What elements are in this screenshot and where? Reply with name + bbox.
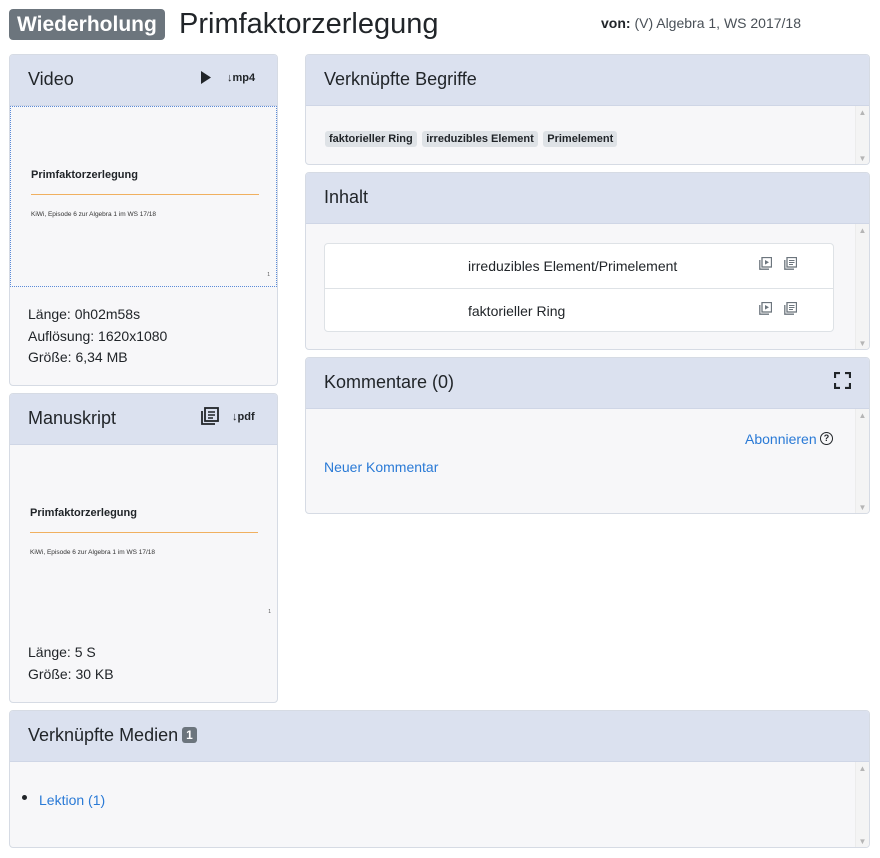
- kommentare-scrollbar[interactable]: ▲ ▼: [855, 409, 869, 513]
- page-title: Primfaktorzerlegung: [179, 8, 439, 40]
- list-item-label[interactable]: irreduzibles Element/Primelement: [468, 258, 677, 274]
- scroll-down-icon[interactable]: ▼: [856, 503, 869, 512]
- scroll-down-icon[interactable]: ▼: [856, 339, 869, 348]
- document-icon[interactable]: [784, 301, 798, 315]
- begriffe-card-header: Verknüpfte Begriffe: [306, 55, 869, 106]
- begriffe-scrollbar[interactable]: ▲ ▼: [855, 106, 869, 164]
- video-play-icon[interactable]: [759, 256, 773, 270]
- inhalt-scrollbar[interactable]: ▲ ▼: [855, 224, 869, 349]
- kommentare-card-title: Kommentare (0): [324, 372, 455, 392]
- video-thumb-title: Primfaktorzerlegung: [31, 169, 138, 181]
- video-size: Größe: 6,34 MB: [28, 349, 128, 365]
- medien-card: Verknüpfte Medien 1 Lektion (1) ▲ ▼: [9, 710, 870, 848]
- manuskript-card-title: Manuskript: [28, 408, 117, 428]
- tag-item[interactable]: faktorieller Ring: [325, 131, 417, 147]
- medien-count-badge: 1: [182, 727, 197, 743]
- medien-card-title: Verknüpfte Medien 1: [28, 725, 197, 746]
- list-item[interactable]: faktorieller Ring: [325, 288, 833, 332]
- kommentare-card-header: Kommentare (0): [306, 358, 869, 409]
- document-icon[interactable]: [784, 256, 798, 270]
- inhalt-card-title: Inhalt: [324, 187, 369, 207]
- new-comment-link[interactable]: Neuer Kommentar: [324, 459, 438, 475]
- tag-list: faktorieller Ring irreduzibles Element P…: [325, 129, 618, 147]
- video-card: Video ↓mp4 Primfaktorzerlegung KiWi, Epi…: [9, 54, 278, 386]
- author-value: (V) Algebra 1, WS 2017/18: [634, 15, 801, 31]
- manuskript-thumbnail[interactable]: Primfaktorzerlegung KiWi, Episode 6 zur …: [10, 445, 277, 625]
- download-mp4-link[interactable]: ↓mp4: [227, 72, 255, 84]
- manuskript-thumb-subtitle: KiWi, Episode 6 zur Algebra 1 im WS 17/1…: [30, 549, 156, 556]
- author-info: von: (V) Algebra 1, WS 2017/18: [601, 15, 801, 31]
- inhalt-card-header: Inhalt: [306, 173, 869, 224]
- list-item[interactable]: irreduzibles Element/Primelement: [325, 244, 833, 288]
- manuskript-meta: Länge: 5 S Größe: 30 KB: [28, 642, 114, 685]
- medien-title-text: Verknüpfte Medien: [28, 725, 179, 745]
- document-icon[interactable]: [201, 407, 219, 428]
- scroll-down-icon[interactable]: ▼: [856, 154, 869, 163]
- lektion-link[interactable]: Lektion (1): [39, 792, 105, 808]
- video-thumb-subtitle: KiWi, Episode 6 zur Algebra 1 im WS 17/1…: [31, 211, 157, 218]
- video-thumbnail[interactable]: Primfaktorzerlegung KiWi, Episode 6 zur …: [10, 106, 277, 287]
- manuskript-thumb-title: Primfaktorzerlegung: [30, 507, 137, 519]
- video-card-title: Video: [28, 69, 74, 89]
- type-badge: Wiederholung: [9, 9, 165, 40]
- video-length: Länge: 0h02m58s: [28, 306, 141, 322]
- video-play-icon[interactable]: [759, 301, 773, 315]
- list-bullet: [22, 795, 27, 800]
- subscribe-link[interactable]: Abonnieren: [745, 431, 817, 447]
- video-card-header: Video ↓mp4: [10, 55, 277, 106]
- inhalt-list: irreduzibles Element/Primelement faktori…: [324, 243, 834, 332]
- begriffe-card-title: Verknüpfte Begriffe: [324, 69, 477, 89]
- scroll-up-icon[interactable]: ▲: [856, 764, 869, 773]
- download-pdf-link[interactable]: ↓pdf: [232, 411, 255, 423]
- kommentare-card: Kommentare (0) Abonnieren ? Neuer Kommen…: [305, 357, 870, 514]
- scroll-up-icon[interactable]: ▲: [856, 411, 869, 420]
- manuskript-card: Manuskript ↓pdf Primfaktorzerlegung KiWi…: [9, 393, 278, 703]
- begriffe-card: Verknüpfte Begriffe faktorieller Ring ir…: [305, 54, 870, 165]
- tag-item[interactable]: irreduzibles Element: [422, 131, 538, 147]
- fullscreen-icon[interactable]: [833, 371, 852, 392]
- scroll-up-icon[interactable]: ▲: [856, 226, 869, 235]
- video-meta: Länge: 0h02m58s Auflösung: 1620x1080 Grö…: [28, 304, 167, 369]
- video-thumb-page: 1: [267, 272, 270, 278]
- inhalt-card: Inhalt irreduzibles Element/Primelement …: [305, 172, 870, 350]
- list-item-label[interactable]: faktorieller Ring: [468, 303, 565, 319]
- video-resolution: Auflösung: 1620x1080: [28, 327, 168, 344]
- manuskript-size: Größe: 30 KB: [28, 665, 114, 682]
- medien-card-header: Verknüpfte Medien 1: [10, 711, 869, 762]
- help-icon[interactable]: ?: [820, 432, 833, 445]
- manuskript-card-header: Manuskript ↓pdf: [10, 394, 277, 445]
- tag-item[interactable]: Primelement: [543, 131, 618, 147]
- manuskript-length: Länge: 5 S: [28, 644, 96, 660]
- play-icon[interactable]: [200, 71, 212, 87]
- author-label: von:: [601, 15, 631, 31]
- manuskript-thumb-page: 1: [268, 609, 271, 615]
- page-header: Wiederholung Primfaktorzerlegung von: (V…: [9, 5, 871, 45]
- medien-scrollbar[interactable]: ▲ ▼: [855, 762, 869, 847]
- scroll-up-icon[interactable]: ▲: [856, 108, 869, 117]
- video-thumb-divider: [31, 194, 259, 195]
- manuskript-thumb-divider: [30, 532, 258, 533]
- scroll-down-icon[interactable]: ▼: [856, 837, 869, 846]
